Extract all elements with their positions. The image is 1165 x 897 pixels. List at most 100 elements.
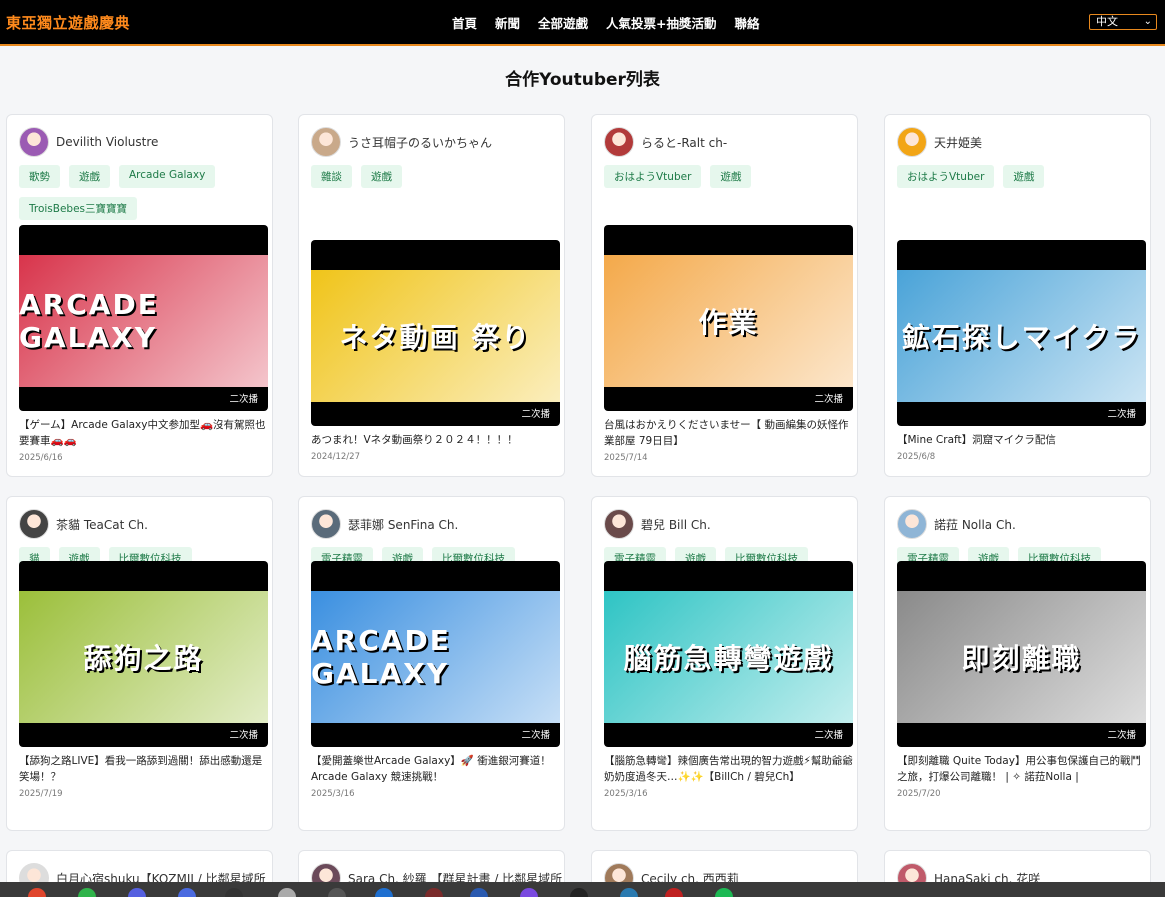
- video-embed[interactable]: 腦筋急轉彎遊戲二次播: [604, 561, 853, 747]
- video-thumbnail[interactable]: ARCADE GALAXY: [19, 255, 268, 387]
- taskbar-app-icon[interactable]: [665, 888, 683, 897]
- taskbar-app-icon[interactable]: [425, 888, 443, 897]
- youtuber-name[interactable]: 茶貓 TeaCat Ch.: [56, 516, 148, 533]
- video-embed[interactable]: 舔狗之路 二次播: [19, 561, 268, 747]
- video-thumbnail[interactable]: 鉱石探しマイクラ: [897, 270, 1146, 402]
- tag-list: 雜談 遊戲: [311, 165, 556, 188]
- taskbar-app-icon[interactable]: [520, 888, 538, 897]
- taskbar-app-icon[interactable]: [328, 888, 346, 897]
- video-date: 2025/7/19: [19, 789, 63, 799]
- video-date: 2025/3/16: [604, 789, 648, 799]
- video-title[interactable]: 【即刻離職 Quite Today】用公事包保護自己的戰鬥之旅，打爆公司離職！ …: [897, 753, 1147, 785]
- avatar[interactable]: [311, 509, 341, 539]
- youtuber-card[interactable]: らると-Ralt ch- おはようVtuber 遊戲作業二次播台風はおかえりください…: [591, 114, 858, 477]
- avatar[interactable]: [604, 127, 634, 157]
- video-thumbnail[interactable]: ネタ動画 祭り: [311, 270, 560, 402]
- nav-all-games[interactable]: 全部遊戲: [538, 13, 588, 32]
- tag[interactable]: TroisBebes三寶寶寶: [19, 197, 138, 220]
- youtuber-card[interactable]: 碧兒 Bill Ch. 電子精靈 遊戲 比爾數位科技 腦筋急轉彎遊戲 二次播 【腦筋急轉彎】…: [591, 496, 858, 831]
- video-thumbnail[interactable]: ARCADE GALAXY: [311, 591, 560, 723]
- video-embed[interactable]: ARCADE GALAXY 二次播: [19, 225, 268, 411]
- youtuber-name[interactable]: Devilith Violustre: [56, 135, 158, 149]
- tag[interactable]: Arcade Galaxy: [119, 165, 216, 188]
- language-value: 中文: [1096, 15, 1118, 28]
- tag[interactable]: 遊戲: [69, 165, 110, 188]
- rebroadcast-badge: 二次播: [229, 394, 258, 405]
- site-brand[interactable]: 東亞獨立遊戲慶典: [6, 12, 130, 33]
- card-header: Devilith Violustre: [19, 127, 158, 157]
- thumbnail-text: 舔狗之路: [83, 642, 204, 675]
- tag-list: 歌勢 遊戲 Arcade Galaxy TroisBebes三寶寶寶: [19, 165, 264, 220]
- card-header: 瑟菲娜 SenFina Ch.: [311, 509, 458, 539]
- video-embed[interactable]: ネタ動画 祭り二次播: [311, 240, 560, 426]
- taskbar-app-icon[interactable]: [470, 888, 488, 897]
- youtuber-card[interactable]: 瑟菲娜 SenFina Ch. 電子精靈 遊戲 比爾數位科技 ARCADE GALAXY…: [298, 496, 565, 831]
- taskbar-app-icon[interactable]: [278, 888, 296, 897]
- avatar[interactable]: [897, 509, 927, 539]
- video-title[interactable]: 【Mine Craft】洞窟マイクラ配信: [897, 432, 1147, 448]
- nav-news[interactable]: 新聞: [495, 13, 520, 32]
- video-embed[interactable]: ARCADE GALAXY 二次播: [311, 561, 560, 747]
- thumbnail-text: ARCADE GALAXY: [311, 624, 451, 690]
- video-embed[interactable]: 鉱石探しマイクラ 二次播: [897, 240, 1146, 426]
- page-title: 合作Youtuber列表: [505, 70, 660, 90]
- nav-home[interactable]: 首頁: [452, 13, 477, 32]
- language-select[interactable]: 中文 ⌄: [1089, 14, 1157, 30]
- taskbar-app-icon[interactable]: [375, 888, 393, 897]
- main-nav: 首頁 新聞 全部遊戲 人氣投票+抽獎活動 聯絡: [452, 13, 760, 32]
- rebroadcast-badge: 二次播: [814, 730, 843, 741]
- video-title[interactable]: あつまれ！Vネタ動画祭り２０２４！！！！: [311, 432, 561, 448]
- youtuber-name[interactable]: 瑟菲娜 SenFina Ch.: [348, 516, 458, 533]
- taskbar-app-icon[interactable]: [128, 888, 146, 897]
- card-header: 天井姫美: [897, 127, 982, 157]
- tag[interactable]: おはようVtuber: [604, 165, 702, 188]
- youtuber-name[interactable]: うさ耳帽子のるいかちゃん: [348, 134, 492, 151]
- avatar[interactable]: [19, 509, 49, 539]
- video-title[interactable]: 台風はおかえりくださいませー【 動画編集の妖怪作業部屋 79日目】: [604, 417, 854, 449]
- tag[interactable]: 雜談: [311, 165, 352, 188]
- youtuber-card[interactable]: 茶貓 TeaCat Ch. 貓遊戲 比爾數位科技 舔狗之路 二次播 【舔狗之路LIVE】看…: [6, 496, 273, 831]
- nav-contact[interactable]: 聯絡: [735, 13, 760, 32]
- youtuber-name[interactable]: 碧兒 Bill Ch.: [641, 516, 711, 533]
- avatar[interactable]: [604, 509, 634, 539]
- video-title[interactable]: 【ゲーム】Arcade Galaxy中文参加型🚗沒有駕照也要賽車🚗🚗: [19, 417, 269, 449]
- youtuber-name[interactable]: らると-Ralt ch-: [641, 134, 727, 151]
- taskbar-app-icon[interactable]: [28, 888, 46, 897]
- tag[interactable]: 遊戲: [1003, 165, 1045, 188]
- avatar[interactable]: [311, 127, 341, 157]
- video-thumbnail[interactable]: 即刻離職: [897, 591, 1146, 723]
- video-title[interactable]: 【腦筋急轉彎】辣個廣告常出現的智力遊戲⚡幫助爺爺奶奶度過冬天…✨✨【BillCh…: [604, 753, 854, 785]
- youtuber-card[interactable]: 諾菈 Nolla Ch. 電子精靈 遊戲 比爾數位科技 即刻離職 二次播 【即刻離職 Qui…: [884, 496, 1151, 831]
- youtuber-name[interactable]: 天井姫美: [934, 134, 982, 151]
- rebroadcast-badge: 二次播: [521, 409, 550, 420]
- youtuber-card[interactable]: 天井姫美おはようVtuber 遊戲鉱石探しマイクラ 二次播【Mine Craft】洞…: [884, 114, 1151, 477]
- video-date: 2025/7/14: [604, 453, 648, 463]
- taskbar-app-icon[interactable]: [570, 888, 588, 897]
- video-thumbnail[interactable]: 舔狗之路: [19, 591, 268, 723]
- tag[interactable]: おはようVtuber: [897, 165, 995, 188]
- taskbar-app-icon[interactable]: [78, 888, 96, 897]
- taskbar-app-icon[interactable]: [178, 888, 196, 897]
- video-embed[interactable]: 即刻離職 二次播: [897, 561, 1146, 747]
- chevron-down-icon: ⌄: [1143, 16, 1152, 27]
- video-title[interactable]: 【愛開蓋樂世Arcade Galaxy】🚀 衝進銀河賽道！Arcade Gala…: [311, 753, 561, 785]
- video-title[interactable]: 【舔狗之路LIVE】看我一路舔到過關！舔出感動還是笑場！？: [19, 753, 269, 785]
- avatar[interactable]: [897, 127, 927, 157]
- video-thumbnail[interactable]: 作業: [604, 255, 853, 387]
- tag[interactable]: 歌勢: [19, 165, 60, 188]
- nav-vote[interactable]: 人氣投票+抽獎活動: [606, 13, 716, 32]
- taskbar-app-icon[interactable]: [620, 888, 638, 897]
- taskbar-app-icon[interactable]: [225, 888, 243, 897]
- avatar[interactable]: [19, 127, 49, 157]
- rebroadcast-badge: 二次播: [814, 394, 843, 405]
- taskbar-app-icon[interactable]: [715, 888, 733, 897]
- thumbnail-text: ARCADE GALAXY: [19, 288, 159, 354]
- tag[interactable]: 遊戲: [361, 165, 402, 188]
- tag[interactable]: 遊戲: [710, 165, 752, 188]
- youtuber-name[interactable]: 諾菈 Nolla Ch.: [934, 516, 1016, 533]
- youtuber-card[interactable]: うさ耳帽子のるいかちゃん雜談 遊戲ネタ動画 祭り二次播あつまれ！Vネタ動画祭り２０…: [298, 114, 565, 477]
- video-embed[interactable]: 作業二次播: [604, 225, 853, 411]
- youtuber-card[interactable]: Devilith Violustre 歌勢 遊戲 Arcade Galaxy Trois…: [6, 114, 273, 477]
- video-thumbnail[interactable]: 腦筋急轉彎遊戲: [604, 591, 853, 723]
- thumbnail-text: 鉱石探しマイクラ: [901, 321, 1142, 354]
